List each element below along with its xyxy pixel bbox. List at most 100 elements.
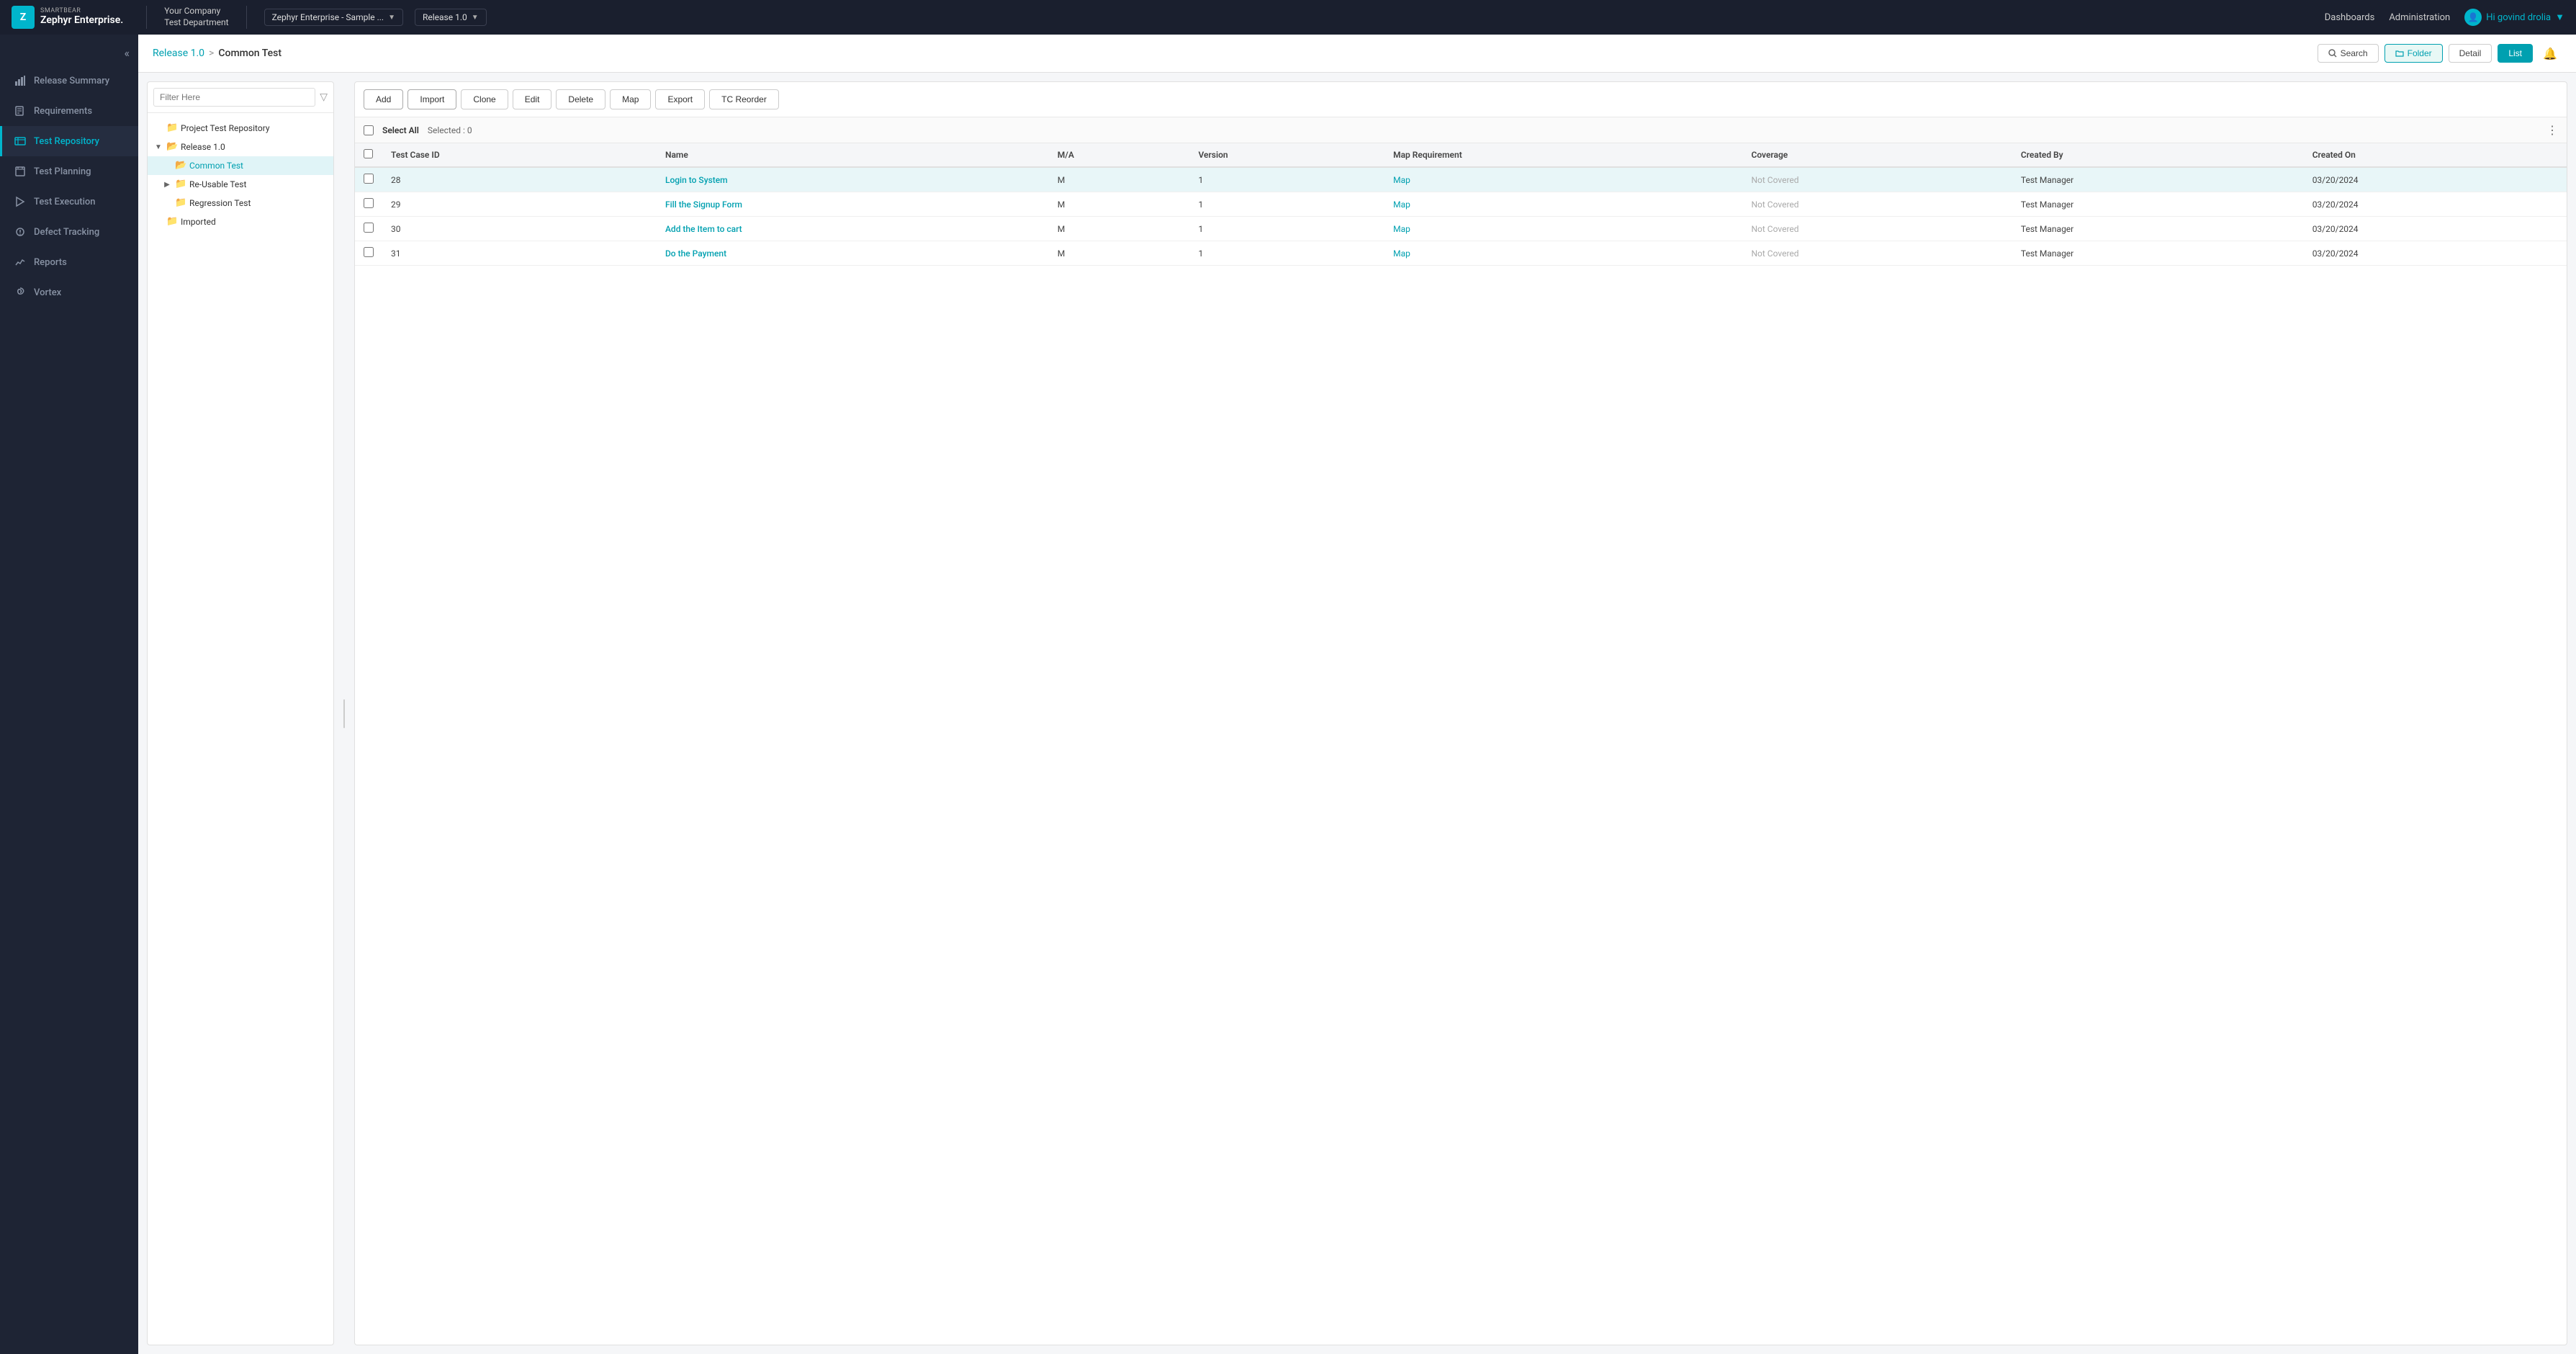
tree-label-release-1: Release 1.0 <box>181 142 225 152</box>
row-checkbox[interactable] <box>364 247 374 257</box>
notification-bell-icon[interactable]: 🔔 <box>2539 42 2562 65</box>
user-avatar-icon: 👤 <box>2464 9 2482 26</box>
sidebar-item-vortex-label: Vortex <box>34 287 61 298</box>
tree-item-common-test[interactable]: 📂 Common Test <box>148 156 333 175</box>
col-ma: M/A <box>1049 143 1190 167</box>
row-map-requirement[interactable]: Map <box>1384 217 1742 241</box>
tree-folder-reusable: 📁 <box>175 179 186 190</box>
release-dropdown[interactable]: Release 1.0 ▼ <box>415 9 487 26</box>
row-ma: M <box>1049 192 1190 217</box>
tree-item-project-repo[interactable]: 📁 Project Test Repository <box>148 119 333 138</box>
nav-divider <box>146 6 147 29</box>
header-checkbox[interactable] <box>364 149 373 158</box>
inner-layout: ▽ 📁 Project Test Repository ▼ 📂 Release … <box>138 73 2576 1354</box>
row-map-requirement[interactable]: Map <box>1384 241 1742 266</box>
add-button[interactable]: Add <box>364 89 403 109</box>
row-checkbox-cell[interactable] <box>355 241 382 266</box>
tc-reorder-button[interactable]: TC Reorder <box>709 89 779 109</box>
tree-folder-common-test: 📂 <box>175 160 186 171</box>
row-checkbox[interactable] <box>364 174 374 184</box>
sidebar-collapse-button[interactable]: « <box>0 40 138 66</box>
row-version: 1 <box>1189 241 1384 266</box>
row-name[interactable]: Do the Payment <box>657 241 1049 266</box>
sidebar-item-requirements[interactable]: Requirements <box>0 96 138 126</box>
resize-handle[interactable] <box>343 81 346 1345</box>
filter-input[interactable] <box>153 88 315 107</box>
sidebar-item-release-summary[interactable]: Release Summary <box>0 66 138 96</box>
import-button[interactable]: Import <box>407 89 456 109</box>
col-name: Name <box>657 143 1049 167</box>
col-created-on: Created On <box>2304 143 2567 167</box>
administration-link[interactable]: Administration <box>2389 12 2450 23</box>
more-options-icon[interactable]: ⋮ <box>2546 123 2558 137</box>
search-button[interactable]: Search <box>2318 44 2379 63</box>
right-panel: Add Import Clone Edit Delete Map Export … <box>354 81 2567 1345</box>
tree-label-imported: Imported <box>181 217 216 227</box>
search-icon <box>2328 49 2337 58</box>
row-map-requirement[interactable]: Map <box>1384 167 1742 192</box>
clone-button[interactable]: Clone <box>461 89 508 109</box>
vortex-icon <box>14 286 27 299</box>
selected-count-label: Selected : 0 <box>428 125 472 135</box>
row-created-by: Test Manager <box>2012 167 2304 192</box>
sidebar-item-vortex[interactable]: Vortex <box>0 277 138 308</box>
user-menu[interactable]: 👤 Hi govind drolia ▼ <box>2464 9 2564 26</box>
sidebar-item-test-repository[interactable]: Test Repository <box>0 126 138 156</box>
sidebar-item-test-execution[interactable]: Test Execution <box>0 187 138 217</box>
row-name[interactable]: Login to System <box>657 167 1049 192</box>
tree-label-regression-test: Regression Test <box>189 198 251 208</box>
breadcrumb-separator: > <box>209 48 214 59</box>
test-execution-icon <box>14 195 27 208</box>
tree-item-regression-test[interactable]: 📁 Regression Test <box>148 194 333 212</box>
row-name[interactable]: Add the Item to cart <box>657 217 1049 241</box>
list-button[interactable]: List <box>2498 44 2533 63</box>
folder-button[interactable]: Folder <box>2384 44 2443 63</box>
table-body: 28 Login to System M 1 Map Not Covered T… <box>355 167 2567 266</box>
left-panel: ▽ 📁 Project Test Repository ▼ 📂 Release … <box>147 81 334 1345</box>
row-map-requirement[interactable]: Map <box>1384 192 1742 217</box>
sidebar-item-reports[interactable]: Reports <box>0 247 138 277</box>
delete-button[interactable]: Delete <box>556 89 605 109</box>
breadcrumb-release[interactable]: Release 1.0 <box>153 48 204 59</box>
top-navigation: Z SMARTBEAR Zephyr Enterprise. Your Comp… <box>0 0 2576 35</box>
sidebar-item-test-planning[interactable]: Test Planning <box>0 156 138 187</box>
logo-text: SMARTBEAR Zephyr Enterprise. <box>40 8 123 26</box>
tree-folder-release: 📂 <box>166 141 178 153</box>
select-all-checkbox[interactable] <box>364 125 374 135</box>
col-coverage: Coverage <box>1742 143 2012 167</box>
tree-label-project-repo: Project Test Repository <box>181 123 270 133</box>
row-coverage: Not Covered <box>1742 241 2012 266</box>
row-checkbox-cell[interactable] <box>355 192 382 217</box>
row-name[interactable]: Fill the Signup Form <box>657 192 1049 217</box>
tree-item-release-1[interactable]: ▼ 📂 Release 1.0 <box>148 138 333 156</box>
tree-item-imported[interactable]: 📁 Imported <box>148 212 333 231</box>
edit-button[interactable]: Edit <box>513 89 552 109</box>
row-checkbox[interactable] <box>364 223 374 233</box>
sidebar: « Release Summary Requirements Test Repo… <box>0 35 138 1354</box>
detail-button[interactable]: Detail <box>2449 44 2492 63</box>
row-checkbox-cell[interactable] <box>355 217 382 241</box>
dashboards-link[interactable]: Dashboards <box>2325 12 2375 23</box>
row-ma: M <box>1049 217 1190 241</box>
breadcrumb: Release 1.0 > Common Test <box>153 48 282 59</box>
sidebar-item-defect-tracking[interactable]: Defect Tracking <box>0 217 138 247</box>
filter-icon[interactable]: ▽ <box>320 91 328 103</box>
map-button[interactable]: Map <box>610 89 651 109</box>
tree-item-reusable-test[interactable]: ▶ 📁 Re-Usable Test <box>148 175 333 194</box>
sidebar-item-test-repository-label: Test Repository <box>34 136 99 147</box>
tree-arrow-regression <box>162 198 172 208</box>
project-dropdown[interactable]: Zephyr Enterprise - Sample ... ▼ <box>264 9 403 26</box>
tree-folder-imported: 📁 <box>166 216 178 228</box>
row-id: 28 <box>382 167 657 192</box>
logo-icon: Z <box>12 6 35 29</box>
logo-area[interactable]: Z SMARTBEAR Zephyr Enterprise. <box>12 6 123 29</box>
nav-right: Dashboards Administration 👤 Hi govind dr… <box>2325 9 2564 26</box>
brand-bottom: Zephyr Enterprise. <box>40 15 123 26</box>
row-checkbox-cell[interactable] <box>355 167 382 192</box>
tree-arrow-imported <box>153 217 163 227</box>
table-row: 28 Login to System M 1 Map Not Covered T… <box>355 167 2567 192</box>
export-button[interactable]: Export <box>655 89 705 109</box>
row-checkbox[interactable] <box>364 198 374 208</box>
tree-arrow-common-test <box>162 161 172 171</box>
row-created-on: 03/20/2024 <box>2304 167 2567 192</box>
